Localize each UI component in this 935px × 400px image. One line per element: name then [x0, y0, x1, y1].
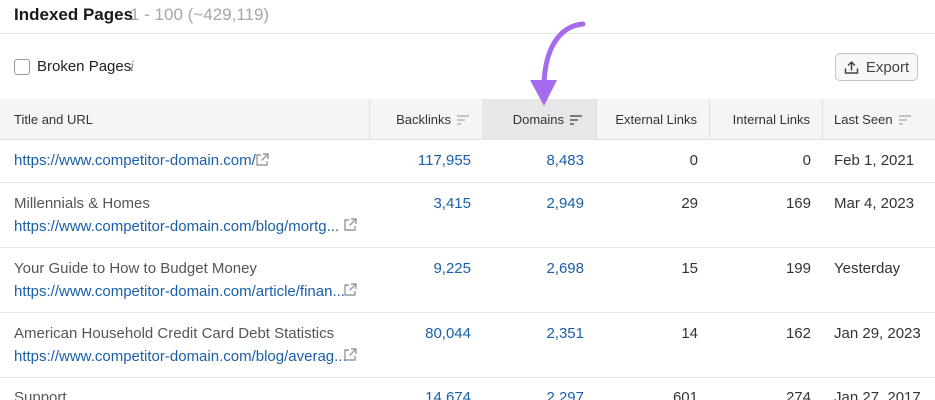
- page-title-text: Millennials & Homes: [14, 195, 150, 212]
- broken-pages-checkbox[interactable]: [14, 59, 30, 75]
- curved-arrow-icon: [530, 21, 586, 106]
- column-label: Domains: [512, 112, 564, 127]
- column-header-external-links[interactable]: External Links: [597, 99, 709, 140]
- column-header-title-url: Title and URL: [14, 99, 354, 140]
- column-divider: [822, 99, 823, 140]
- page-title: Indexed Pages: [14, 5, 134, 24]
- backlinks-value[interactable]: 80,044: [370, 325, 471, 342]
- table-row: https://www.competitor-domain.com/ 117,9…: [0, 140, 935, 183]
- backlinks-value[interactable]: 3,415: [370, 195, 471, 212]
- upload-icon: [844, 60, 859, 74]
- domains-value[interactable]: 2,351: [482, 325, 584, 342]
- internal-links-value: 199: [785, 260, 811, 277]
- column-header-last-seen[interactable]: Last Seen: [834, 99, 935, 140]
- external-links-value: 15: [681, 260, 698, 277]
- domains-value[interactable]: 2,297: [482, 389, 584, 400]
- broken-pages-label[interactable]: Broken Pages: [37, 58, 131, 75]
- domains-value[interactable]: 2,949: [482, 195, 584, 212]
- table-row: Millennials & Homes https://www.competit…: [0, 183, 935, 248]
- external-links-value: 14: [681, 325, 698, 342]
- export-label: Export: [865, 58, 910, 76]
- export-button[interactable]: Export: [835, 53, 918, 81]
- backlinks-value[interactable]: 14,674: [370, 389, 471, 400]
- page-title-text: Your Guide to How to Budget Money: [14, 260, 257, 277]
- external-links-value: 0: [689, 152, 698, 169]
- column-label: Last Seen: [834, 112, 893, 127]
- sort-icon[interactable]: [898, 114, 911, 125]
- page-url-link[interactable]: https://www.competitor-domain.com/blog/m…: [14, 218, 339, 235]
- results-range: 1 - 100 (~429,119): [130, 5, 270, 24]
- last-seen-value: Jan 27, 2017: [834, 389, 921, 400]
- external-link-icon[interactable]: [255, 153, 269, 167]
- external-link-icon[interactable]: [343, 348, 357, 362]
- domains-value[interactable]: 2,698: [482, 260, 584, 277]
- sort-icon[interactable]: [457, 114, 469, 125]
- page-title-text: Support: [14, 389, 67, 400]
- column-label: External Links: [615, 112, 697, 127]
- column-label: Internal Links: [732, 112, 810, 127]
- page-url-link[interactable]: https://www.competitor-domain.com/blog/a…: [14, 348, 347, 365]
- internal-links-value: 274: [785, 389, 811, 400]
- external-links-value: 601: [672, 389, 698, 400]
- domains-value[interactable]: 8,483: [482, 152, 584, 169]
- backlinks-value[interactable]: 117,955: [370, 152, 471, 169]
- column-label: Title and URL: [14, 112, 93, 127]
- column-label: Backlinks: [396, 112, 451, 127]
- internal-links-value: 162: [785, 325, 811, 342]
- external-link-icon[interactable]: [343, 283, 357, 297]
- toolbar: Broken Pages i Export: [0, 35, 935, 99]
- last-seen-value: Jan 29, 2023: [834, 325, 921, 342]
- backlinks-value[interactable]: 9,225: [370, 260, 471, 277]
- external-links-value: 29: [681, 195, 698, 212]
- internal-links-value: 169: [785, 195, 811, 212]
- info-icon[interactable]: i: [130, 59, 134, 75]
- last-seen-value: Feb 1, 2021: [834, 152, 915, 169]
- page-title-text: American Household Credit Card Debt Stat…: [14, 325, 335, 342]
- table-header: Title and URL Backlinks Domains External…: [0, 99, 935, 140]
- sort-icon[interactable]: [570, 114, 582, 125]
- internal-links-value: 0: [802, 152, 811, 169]
- table-row: American Household Credit Card Debt Stat…: [0, 313, 935, 378]
- page-url-link[interactable]: https://www.competitor-domain.com/articl…: [14, 283, 345, 300]
- external-link-icon[interactable]: [343, 218, 357, 232]
- page-url-link[interactable]: https://www.competitor-domain.com/: [14, 152, 256, 169]
- column-header-backlinks[interactable]: Backlinks: [370, 99, 481, 140]
- page-header: Indexed Pages 1 - 100 (~429,119): [0, 0, 935, 34]
- table-row: Support 14,674 2,297 601 274 Jan 27, 201…: [0, 378, 935, 400]
- table-row: Your Guide to How to Budget Money https:…: [0, 248, 935, 313]
- last-seen-value: Mar 4, 2023: [834, 195, 915, 212]
- column-header-internal-links[interactable]: Internal Links: [710, 99, 822, 140]
- last-seen-value: Yesterday: [834, 260, 901, 277]
